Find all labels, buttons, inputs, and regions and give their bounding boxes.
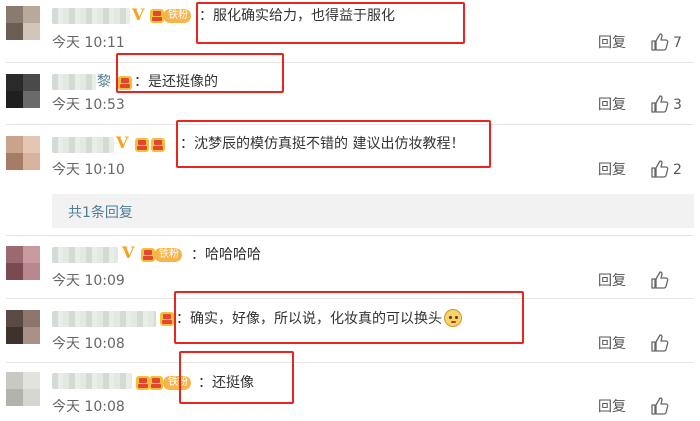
reply-button[interactable]: 回复: [598, 272, 626, 290]
username[interactable]: [52, 137, 114, 153]
view-replies-link[interactable]: 共1条回复: [68, 202, 133, 222]
crown-icon: [135, 138, 149, 152]
thumbs-up-icon[interactable]: [651, 397, 669, 415]
comment-list: V 铁粉 ：服化确实给力，也得益于服化 今天 10:11 回复 7 黎 ：是还挺…: [0, 0, 700, 421]
comment-time: 今天 10:09: [52, 273, 125, 289]
crown-icon: [136, 376, 150, 390]
username[interactable]: [52, 74, 96, 90]
divider: [6, 235, 694, 236]
highlight-box: [176, 120, 491, 168]
comment-time: 今天 10:53: [52, 97, 125, 113]
avatar[interactable]: [6, 310, 40, 344]
view-replies-bar[interactable]: 共1条回复: [52, 194, 694, 228]
v-badge-icon: V: [122, 243, 135, 262]
comment-time: 今天 10:10: [52, 162, 125, 178]
username[interactable]: [52, 247, 118, 263]
comment-time: 今天 10:11: [52, 35, 125, 51]
highlight-box: [179, 351, 294, 404]
like-count: 2: [673, 162, 682, 178]
thumbs-up-icon[interactable]: [651, 160, 669, 178]
username[interactable]: [52, 8, 130, 24]
avatar[interactable]: [6, 372, 40, 406]
reply-button[interactable]: 回复: [598, 335, 626, 353]
thumbs-up-icon[interactable]: [651, 33, 669, 51]
highlight-box: [174, 291, 524, 344]
comment-time: 今天 10:08: [52, 399, 125, 415]
like-count: 3: [673, 97, 682, 113]
highlight-box: [116, 53, 284, 93]
like-count: 7: [673, 35, 682, 51]
comment-time: 今天 10:08: [52, 336, 125, 352]
highlight-box: [196, 2, 465, 44]
reply-button[interactable]: 回复: [598, 161, 626, 179]
crown-icon: [151, 138, 165, 152]
thumbs-up-icon[interactable]: [651, 271, 669, 289]
v-badge-icon: V: [132, 5, 145, 24]
comment-text: ：哈哈哈哈: [191, 247, 261, 263]
username[interactable]: [52, 311, 156, 327]
avatar[interactable]: [6, 246, 40, 280]
avatar[interactable]: [6, 6, 40, 40]
divider: [6, 362, 694, 363]
avatar[interactable]: [6, 74, 40, 108]
username[interactable]: [52, 373, 132, 389]
reply-button[interactable]: 回复: [598, 34, 626, 52]
crown-icon: [141, 248, 155, 262]
divider: [6, 62, 694, 63]
thumbs-up-icon[interactable]: [651, 95, 669, 113]
crown-icon: [160, 312, 174, 326]
reply-button[interactable]: 回复: [598, 96, 626, 114]
crown-icon: [149, 376, 163, 390]
username-suffix[interactable]: 黎: [97, 72, 111, 92]
thumbs-up-icon[interactable]: [651, 334, 669, 352]
reply-button[interactable]: 回复: [598, 398, 626, 416]
fan-badge: 铁粉: [163, 9, 191, 23]
avatar[interactable]: [6, 136, 40, 170]
crown-icon: [150, 9, 164, 23]
fan-badge: 铁粉: [154, 248, 182, 262]
v-badge-icon: V: [116, 133, 129, 152]
